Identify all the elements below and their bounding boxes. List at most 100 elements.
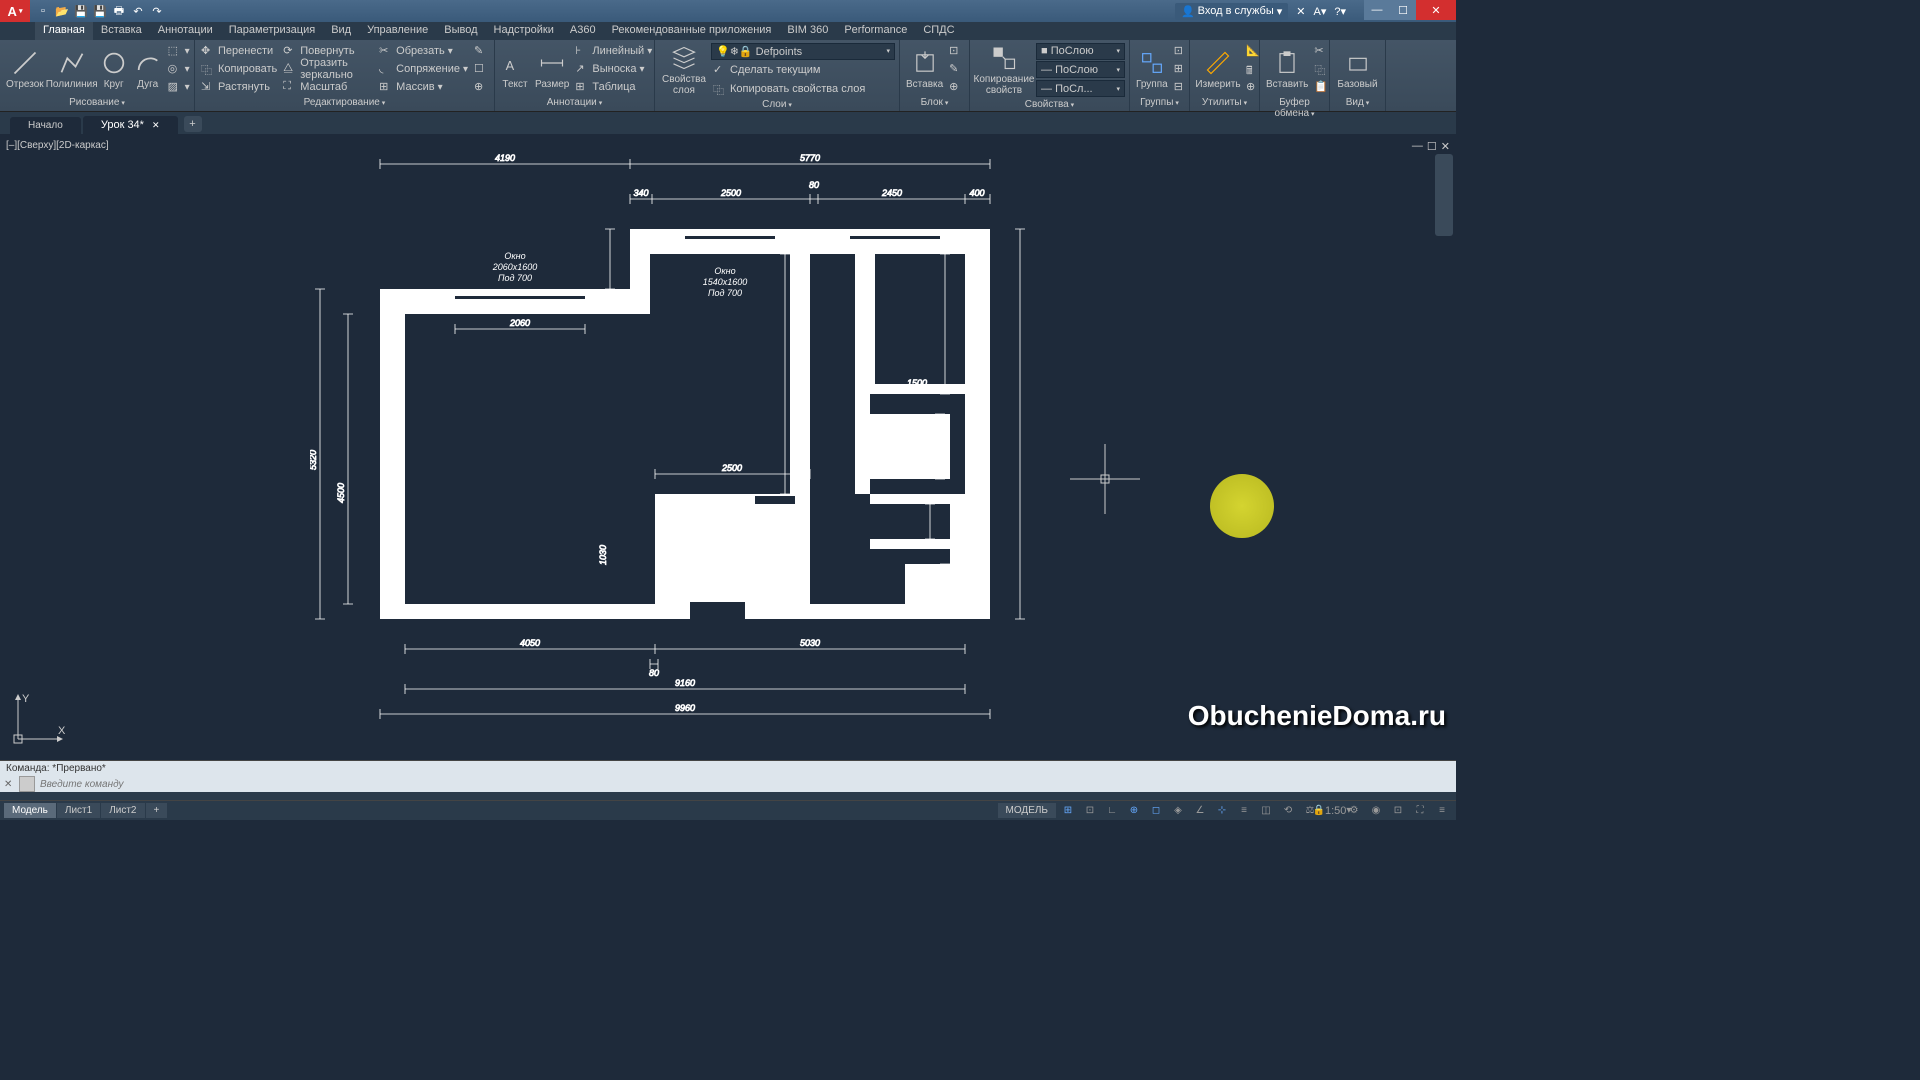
tab-bim360[interactable]: BIM 360: [779, 22, 836, 40]
modify-tool-3[interactable]: ⊕: [472, 78, 490, 96]
panel-layers-title[interactable]: Слои: [659, 98, 895, 111]
tab-manage[interactable]: Управление: [359, 22, 436, 40]
draw-tool-1[interactable]: ⬚▾: [166, 42, 192, 60]
array-button[interactable]: ⊞Массив ▾: [377, 78, 470, 96]
insert-block-button[interactable]: Вставка: [904, 42, 945, 96]
dimension-button[interactable]: Размер: [533, 42, 571, 96]
layout-model[interactable]: Модель: [4, 803, 56, 818]
status-customize-icon[interactable]: ≡: [1432, 803, 1452, 819]
move-button[interactable]: ✥Перенести: [199, 42, 279, 60]
panel-props-title[interactable]: Свойства: [974, 98, 1125, 111]
tab-start[interactable]: Начало: [10, 117, 81, 134]
command-input[interactable]: [38, 777, 1452, 792]
match-props-button[interactable]: Копирование свойств: [974, 42, 1034, 98]
modify-tool-2[interactable]: ☐: [472, 60, 490, 78]
block-tool-2[interactable]: ✎: [947, 60, 965, 78]
nav-wheel-icon[interactable]: [1437, 156, 1451, 174]
tab-output[interactable]: Вывод: [436, 22, 485, 40]
cmdline-prompt-icon[interactable]: ▸_: [19, 776, 35, 792]
measure-button[interactable]: Измерить: [1194, 42, 1242, 96]
block-tool-3[interactable]: ⊕: [947, 78, 965, 96]
linetype-dropdown[interactable]: — ПоСл...: [1036, 80, 1125, 97]
color-dropdown[interactable]: ■ ПоСлою: [1036, 43, 1125, 60]
circle-button[interactable]: Круг: [98, 42, 130, 96]
status-snap-icon[interactable]: ⊡: [1080, 803, 1100, 819]
vp-maximize-icon[interactable]: ☐: [1427, 140, 1437, 153]
panel-annot-title[interactable]: Аннотации: [499, 96, 650, 109]
scale-button[interactable]: ⛶Масштаб: [281, 78, 375, 96]
close-button[interactable]: ✕: [1416, 0, 1456, 20]
minimize-button[interactable]: —: [1364, 0, 1390, 20]
panel-utils-title[interactable]: Утилиты: [1194, 96, 1255, 109]
panel-view-title[interactable]: Вид: [1334, 96, 1381, 109]
line-button[interactable]: Отрезок: [4, 42, 46, 96]
tab-a360[interactable]: A360: [562, 22, 604, 40]
group-button[interactable]: Группа: [1134, 42, 1170, 96]
status-lwt-icon[interactable]: ≡: [1234, 803, 1254, 819]
tab-spds[interactable]: СПДС: [915, 22, 962, 40]
group-tool-2[interactable]: ⊞: [1172, 60, 1190, 78]
drawing-canvas[interactable]: [–][Сверху][2D-каркас] — ☐ ✕ .w{fill:#ff…: [0, 134, 1456, 760]
layout-sheet1[interactable]: Лист1: [57, 803, 100, 818]
base-view-button[interactable]: Базовый: [1334, 42, 1381, 96]
status-3dosnap-icon[interactable]: ◈: [1168, 803, 1188, 819]
viewport-label[interactable]: [–][Сверху][2D-каркас]: [6, 140, 109, 151]
status-grid-icon[interactable]: ⊞: [1058, 803, 1078, 819]
modify-tool-1[interactable]: ✎: [472, 42, 490, 60]
exchange-icon[interactable]: ✕: [1296, 5, 1305, 18]
leader-button[interactable]: ↗Выноска▾: [573, 60, 654, 78]
status-transparency-icon[interactable]: ◫: [1256, 803, 1276, 819]
qat-redo-icon[interactable]: ↷: [149, 3, 165, 19]
layer-dropdown[interactable]: 💡❄🔒 Defpoints: [711, 43, 895, 60]
status-model-button[interactable]: МОДЕЛЬ: [998, 803, 1056, 818]
arc-button[interactable]: Дуга: [132, 42, 164, 96]
status-cycling-icon[interactable]: ⟲: [1278, 803, 1298, 819]
layout-sheet2[interactable]: Лист2: [101, 803, 144, 818]
tab-performance[interactable]: Performance: [836, 22, 915, 40]
app-a-icon[interactable]: A▾: [1314, 5, 1327, 18]
lineweight-dropdown[interactable]: — ПоСлою: [1036, 61, 1125, 78]
tab-annotate[interactable]: Аннотации: [150, 22, 221, 40]
tab-close-icon[interactable]: ✕: [152, 120, 160, 130]
status-otrack-icon[interactable]: ∠: [1190, 803, 1210, 819]
qat-saveas-icon[interactable]: 💾: [92, 3, 108, 19]
status-clean-icon[interactable]: ⛶: [1410, 803, 1430, 819]
status-dyn-icon[interactable]: ⊹: [1212, 803, 1232, 819]
panel-clip-title[interactable]: Буфер обмена: [1264, 96, 1325, 120]
status-osnap-icon[interactable]: ◻: [1146, 803, 1166, 819]
status-scale[interactable]: 🔒 1:50▾: [1322, 803, 1342, 819]
cmdline-close-icon[interactable]: ✕: [4, 779, 16, 790]
tab-view[interactable]: Вид: [323, 22, 359, 40]
copy-layer-props-button[interactable]: ⿻Копировать свойства слоя: [711, 80, 895, 98]
paste-button[interactable]: Вставить: [1264, 42, 1310, 96]
layer-props-button[interactable]: Свойства слоя: [659, 42, 709, 98]
polyline-button[interactable]: Полилиния: [48, 42, 96, 96]
status-hardware-icon[interactable]: ⊡: [1388, 803, 1408, 819]
block-tool-1[interactable]: ⊡: [947, 42, 965, 60]
layout-add[interactable]: +: [146, 803, 168, 818]
draw-tool-3[interactable]: ▨▾: [166, 78, 192, 96]
vp-close-icon[interactable]: ✕: [1441, 140, 1450, 153]
group-tool-3[interactable]: ⊟: [1172, 78, 1190, 96]
status-gear-icon[interactable]: ⚙: [1344, 803, 1364, 819]
nav-orbit-icon[interactable]: [1437, 216, 1451, 234]
vp-minimize-icon[interactable]: —: [1412, 140, 1423, 153]
status-isolate-icon[interactable]: ◉: [1366, 803, 1386, 819]
stretch-button[interactable]: ⇲Растянуть: [199, 78, 279, 96]
panel-groups-title[interactable]: Группы: [1134, 96, 1185, 109]
login-button[interactable]: 👤 Вход в службы ▾: [1175, 3, 1288, 20]
fillet-button[interactable]: ◟Сопряжение ▾: [377, 60, 470, 78]
tab-parametric[interactable]: Параметризация: [221, 22, 323, 40]
mirror-button[interactable]: ⧋Отразить зеркально: [281, 60, 375, 78]
tab-insert[interactable]: Вставка: [93, 22, 150, 40]
tab-home[interactable]: Главная: [35, 22, 93, 40]
group-tool-1[interactable]: ⊡: [1172, 42, 1190, 60]
text-button[interactable]: AТекст: [499, 42, 531, 96]
tab-addins[interactable]: Надстройки: [486, 22, 562, 40]
cut-button[interactable]: ✂: [1312, 42, 1330, 60]
make-current-button[interactable]: ✓Сделать текущим: [711, 61, 895, 79]
nav-zoom-icon[interactable]: [1437, 196, 1451, 214]
linear-dim-button[interactable]: ⊦Линейный▾: [573, 42, 654, 60]
qat-open-icon[interactable]: 📂: [54, 3, 70, 19]
add-tab-button[interactable]: +: [184, 116, 202, 132]
